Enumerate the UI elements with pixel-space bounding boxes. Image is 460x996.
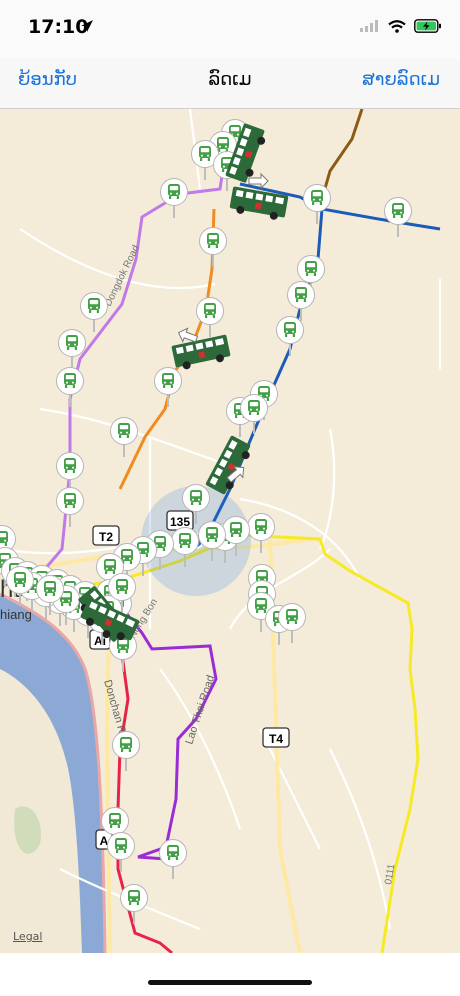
home-indicator[interactable]	[148, 980, 312, 985]
road-label: hiang	[0, 607, 32, 622]
wifi-icon	[388, 19, 406, 33]
battery-charging-icon	[414, 19, 441, 33]
svg-text:135: 135	[170, 515, 190, 529]
navigation-bar: ຍ້ອນກັບ ລົດເມ ສາຍລົດເມ	[0, 58, 460, 109]
bottom-bar	[0, 953, 460, 996]
map-canvas[interactable]: T2T4135Donchan Rd Lao Thai RoadDongdok Ro…	[0, 109, 460, 953]
road-shield: T2	[92, 525, 120, 546]
road-shield: 135	[166, 510, 194, 531]
svg-text:T2: T2	[99, 530, 113, 544]
status-icons	[360, 19, 442, 33]
svg-text:T4: T4	[269, 732, 283, 746]
bus-routes-button[interactable]: ສາຍລົດເມ	[362, 69, 440, 90]
signal-icon	[360, 20, 378, 32]
location-arrow-icon	[81, 20, 93, 32]
legal-link[interactable]: Legal	[13, 930, 42, 943]
map-view[interactable]: T2 T4 135 Donchan Rd Lao Thai Road Dongdok Ro…	[0, 109, 460, 953]
back-button[interactable]: ຍ້ອນກັບ	[18, 69, 77, 90]
road-shield: T4	[262, 727, 290, 748]
status-bar: 17:10	[0, 0, 460, 58]
